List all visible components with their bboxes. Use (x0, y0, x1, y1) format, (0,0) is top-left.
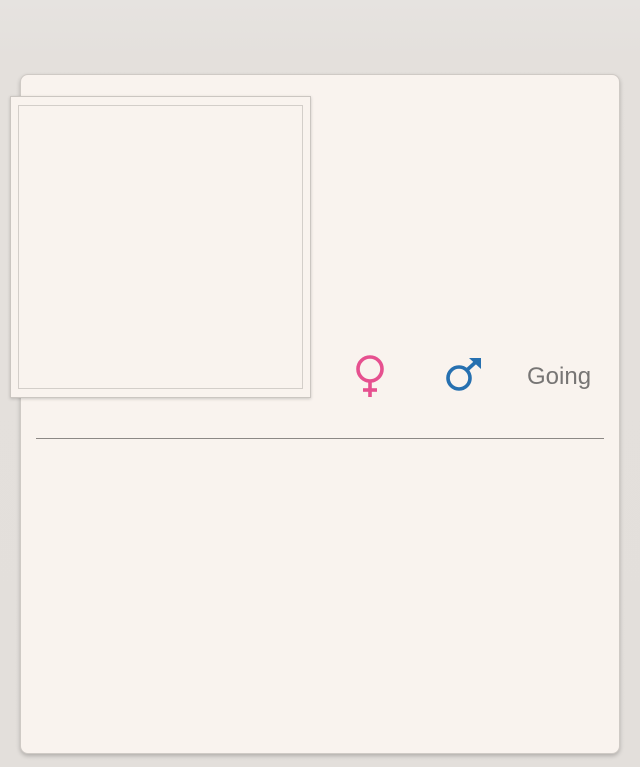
male-symbol-icon[interactable] (444, 356, 484, 392)
photo-placeholder (18, 105, 303, 389)
photo-frame[interactable] (10, 96, 311, 398)
female-symbol-icon[interactable] (352, 353, 388, 399)
divider (36, 438, 604, 439)
going-button[interactable]: Going (527, 363, 591, 391)
